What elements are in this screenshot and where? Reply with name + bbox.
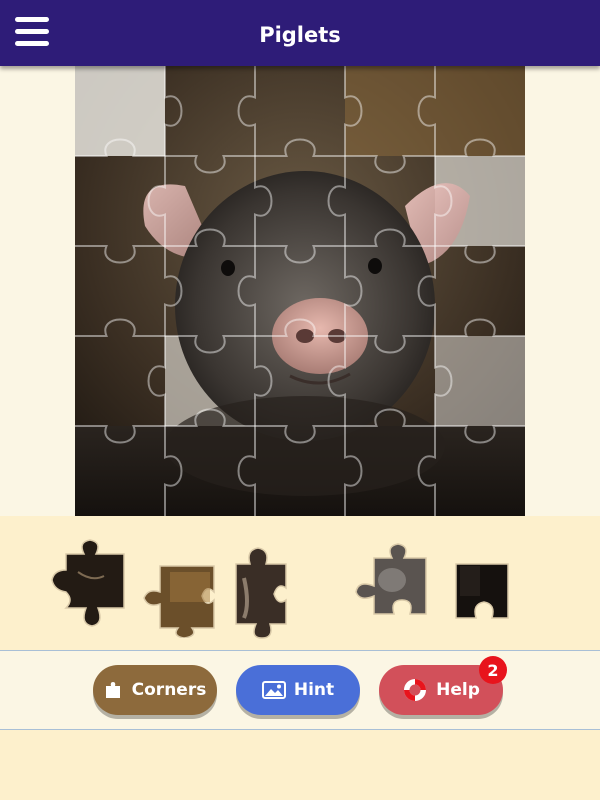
corners-button[interactable]: Corners	[93, 665, 217, 715]
piece-tray[interactable]	[0, 516, 600, 650]
lifebuoy-icon	[402, 677, 428, 703]
picture-icon	[261, 680, 286, 700]
piece-seam	[75, 318, 525, 354]
hamburger-menu-icon[interactable]	[15, 17, 51, 49]
piece-seam	[417, 66, 453, 516]
piece-seam	[75, 408, 525, 444]
puzzle-grid	[75, 66, 525, 516]
puzzle-piece[interactable]	[48, 532, 128, 630]
puzzle-piece[interactable]	[452, 560, 512, 620]
page-title: Piglets	[259, 23, 341, 47]
piece-seam	[75, 138, 525, 174]
piece-seam	[75, 228, 525, 264]
hint-label: Hint	[293, 680, 335, 700]
piece-seam	[327, 66, 363, 516]
hint-button[interactable]: Hint	[236, 665, 360, 715]
bottom-area	[0, 730, 600, 800]
top-bar: Piglets	[0, 0, 600, 66]
piece-seam	[237, 66, 273, 516]
puzzle-piece[interactable]	[352, 540, 432, 620]
puzzle-piece[interactable]	[140, 562, 220, 638]
piece-seam	[147, 66, 183, 516]
puzzle-piece-icon	[104, 680, 124, 700]
corners-label: Corners	[131, 680, 207, 700]
puzzle-piece[interactable]	[230, 544, 292, 640]
help-count-badge: 2	[479, 656, 507, 684]
help-label: Help	[436, 680, 480, 700]
puzzle-board[interactable]	[75, 66, 525, 516]
